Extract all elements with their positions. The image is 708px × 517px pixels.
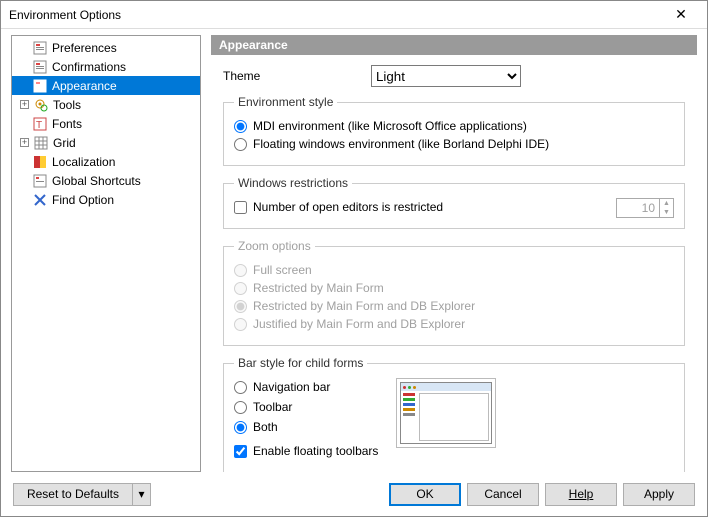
help-button[interactable]: Help — [545, 483, 617, 506]
tree-label: Appearance — [52, 79, 117, 93]
expand-icon[interactable]: + — [20, 100, 29, 109]
group-zoom-options: Zoom options Full screen Restricted by M… — [223, 239, 685, 346]
page-icon — [32, 78, 48, 94]
group-legend: Bar style for child forms — [234, 356, 367, 370]
close-button[interactable]: ✕ — [661, 1, 701, 28]
page-title: Appearance — [211, 35, 697, 55]
tree-item-localization[interactable]: Localization — [12, 152, 200, 171]
fonts-icon: T — [32, 116, 48, 132]
shortcut-icon — [32, 173, 48, 189]
tree-label: Grid — [53, 136, 76, 150]
bar-style-preview — [396, 378, 496, 448]
reset-dropdown-icon[interactable]: ▾ — [133, 483, 151, 506]
group-legend: Environment style — [234, 95, 337, 109]
group-windows-restrictions: Windows restrictions Number of open edit… — [223, 176, 685, 229]
reset-button[interactable]: Reset to Defaults — [13, 483, 133, 506]
dialog-footer: Reset to Defaults ▾ OK Cancel Help Apply — [1, 472, 707, 516]
check-restrict-editors[interactable]: Number of open editors is restricted — [234, 200, 443, 214]
tree-item-confirmations[interactable]: Confirmations — [12, 57, 200, 76]
grid-icon — [33, 135, 49, 151]
tree-item-global-shortcuts[interactable]: Global Shortcuts — [12, 171, 200, 190]
editors-spinner[interactable]: ▲ ▼ — [616, 198, 674, 218]
tree-item-tools[interactable]: + Tools — [12, 95, 200, 114]
svg-text:T: T — [36, 120, 42, 131]
group-legend: Zoom options — [234, 239, 315, 253]
theme-label: Theme — [223, 69, 363, 83]
tree-item-appearance[interactable]: Appearance — [12, 76, 200, 95]
tree-item-fonts[interactable]: T Fonts — [12, 114, 200, 133]
group-bar-style: Bar style for child forms Navigation bar… — [223, 356, 685, 472]
radio-floating[interactable]: Floating windows environment (like Borla… — [234, 137, 674, 151]
gear-icon — [33, 97, 49, 113]
theme-select[interactable]: Light — [371, 65, 521, 87]
tree-label: Fonts — [52, 117, 82, 131]
editors-input[interactable] — [617, 199, 659, 217]
tree-item-preferences[interactable]: Preferences — [12, 38, 200, 57]
page-icon — [32, 59, 48, 75]
localization-icon — [32, 154, 48, 170]
dialog-window: Environment Options ✕ Preferences Confir… — [0, 0, 708, 517]
tree-item-find-option[interactable]: Find Option — [12, 190, 200, 209]
radio-toolbar[interactable]: Toolbar — [234, 400, 378, 414]
radio-full-screen: Full screen — [234, 263, 674, 277]
ok-button[interactable]: OK — [389, 483, 461, 506]
check-floating-toolbars[interactable]: Enable floating toolbars — [234, 444, 378, 458]
expand-icon[interactable]: + — [20, 138, 29, 147]
spin-down-icon[interactable]: ▼ — [660, 208, 673, 217]
apply-button[interactable]: Apply — [623, 483, 695, 506]
tree-label: Preferences — [52, 41, 117, 55]
radio-justified: Justified by Main Form and DB Explorer — [234, 317, 674, 331]
nav-tree[interactable]: Preferences Confirmations Appearance + T… — [11, 35, 201, 472]
radio-mdi[interactable]: MDI environment (like Microsoft Office a… — [234, 119, 674, 133]
tree-label: Find Option — [52, 193, 114, 207]
tree-label: Confirmations — [52, 60, 126, 74]
find-icon — [32, 192, 48, 208]
tree-item-grid[interactable]: + Grid — [12, 133, 200, 152]
content-area: Appearance Theme Light Environment style… — [211, 35, 697, 472]
group-environment-style: Environment style MDI environment (like … — [223, 95, 685, 166]
window-title: Environment Options — [9, 8, 661, 22]
radio-restricted-main: Restricted by Main Form — [234, 281, 674, 295]
radio-both[interactable]: Both — [234, 420, 378, 434]
spin-up-icon[interactable]: ▲ — [660, 199, 673, 208]
reset-split-button[interactable]: Reset to Defaults ▾ — [13, 483, 151, 506]
group-legend: Windows restrictions — [234, 176, 352, 190]
page-icon — [32, 40, 48, 56]
titlebar: Environment Options ✕ — [1, 1, 707, 29]
radio-restricted-main-db: Restricted by Main Form and DB Explorer — [234, 299, 674, 313]
cancel-button[interactable]: Cancel — [467, 483, 539, 506]
tree-label: Tools — [53, 98, 81, 112]
tree-label: Localization — [52, 155, 115, 169]
tree-label: Global Shortcuts — [52, 174, 141, 188]
radio-navigation-bar[interactable]: Navigation bar — [234, 380, 378, 394]
